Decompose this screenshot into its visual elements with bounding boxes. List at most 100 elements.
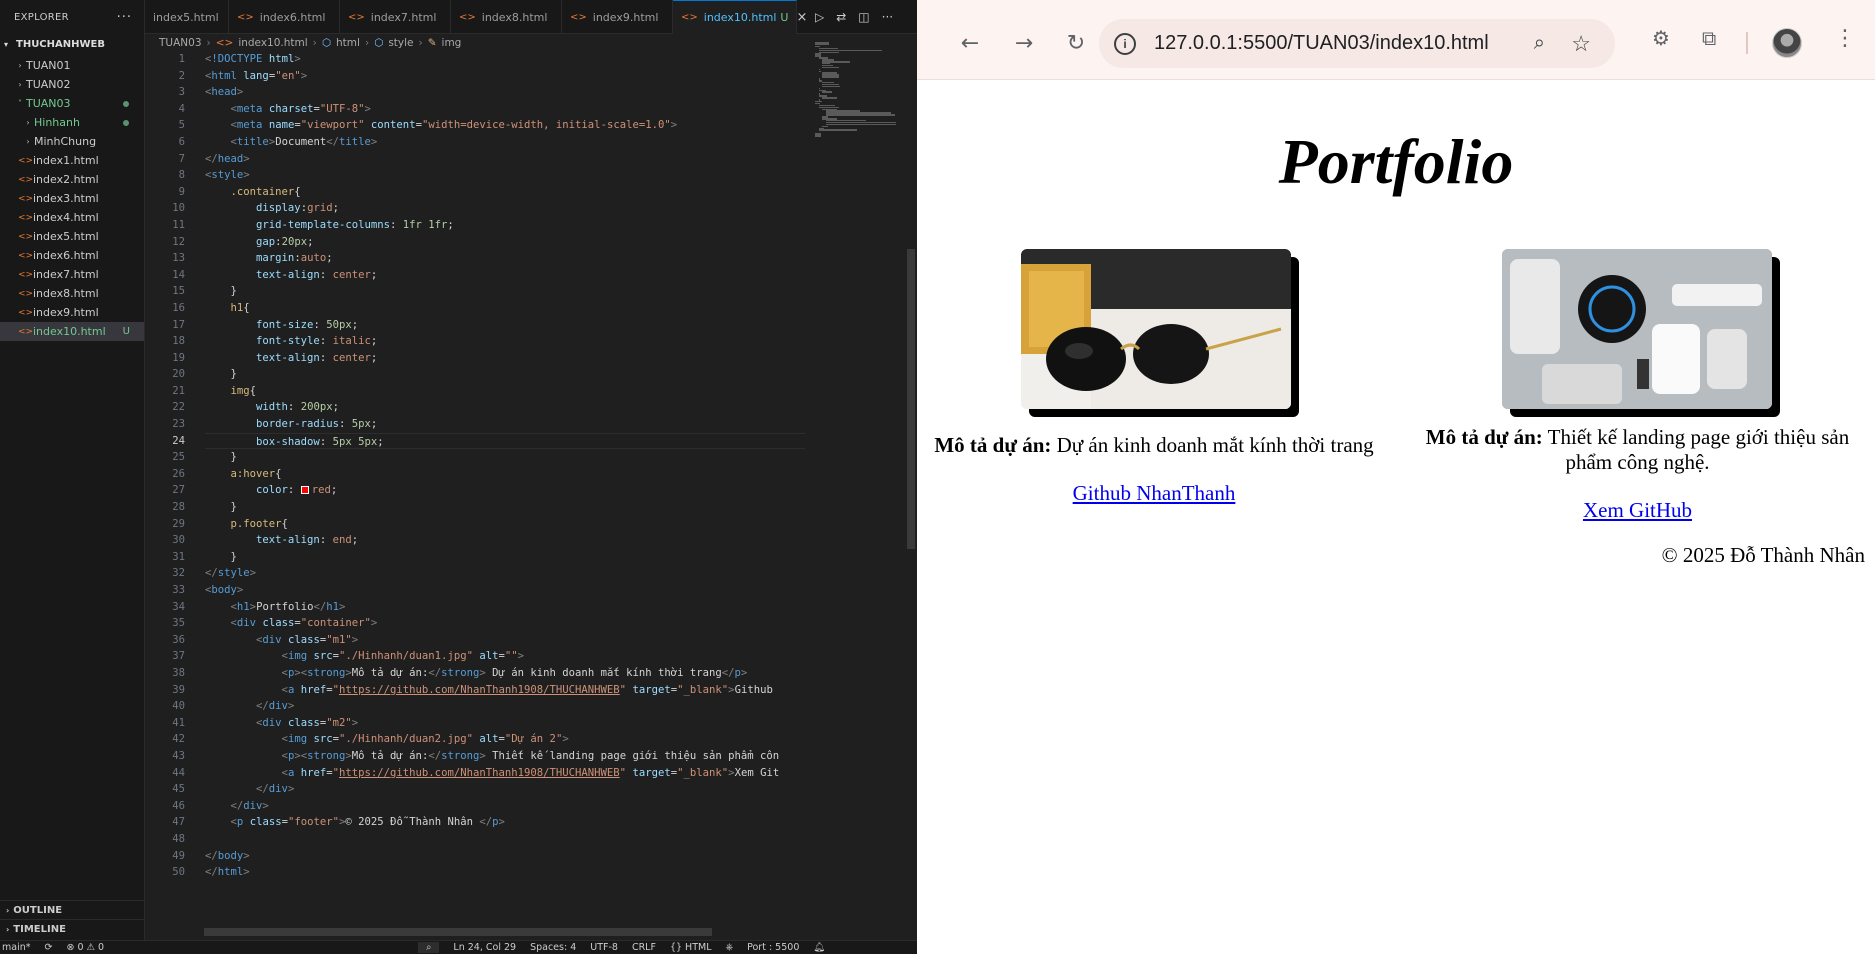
problems-indicator[interactable]: ⊗ 0 ⚠ 0: [66, 942, 104, 953]
color-swatch-icon[interactable]: [300, 486, 309, 495]
split-editor-icon[interactable]: ◫: [858, 10, 869, 24]
code-line[interactable]: <div class="container">: [205, 615, 805, 632]
code-line[interactable]: box-shadow: 5px 5px;: [205, 432, 805, 450]
code-line[interactable]: <!DOCTYPE html>: [205, 51, 805, 68]
tab-index7[interactable]: <> index7.html: [340, 0, 451, 34]
file-index9[interactable]: <> index9.html: [0, 303, 144, 322]
folder-tuan01[interactable]: › TUAN01: [0, 56, 144, 75]
more-actions-icon[interactable]: ···: [882, 10, 893, 24]
code-line[interactable]: <body>: [205, 582, 805, 599]
bell-icon[interactable]: 🔔︎: [813, 942, 825, 953]
code-line[interactable]: <head>: [205, 84, 805, 101]
tab-index9[interactable]: <> index9.html: [562, 0, 673, 34]
code-line[interactable]: </style>: [205, 565, 805, 582]
language-mode[interactable]: {} HTML: [670, 942, 712, 953]
folder-tuan03[interactable]: ˅ TUAN03: [0, 94, 144, 113]
minimap[interactable]: [805, 34, 905, 934]
git-branch[interactable]: main*: [2, 942, 31, 953]
file-index6[interactable]: <> index6.html: [0, 246, 144, 265]
code-line[interactable]: </div>: [205, 781, 805, 798]
file-index2[interactable]: <> index2.html: [0, 170, 144, 189]
tab-index6[interactable]: <> index6.html: [229, 0, 340, 34]
url-text[interactable]: 127.0.0.1:5500/TUAN03/index10.html: [1154, 32, 1489, 55]
vertical-scrollbar[interactable]: [906, 34, 916, 934]
code-content[interactable]: <!DOCTYPE html> <html lang="en"> <head> <m…: [205, 51, 805, 881]
zoom-icon[interactable]: ⌕: [1534, 32, 1545, 55]
back-icon[interactable]: ←: [953, 26, 987, 60]
file-index1[interactable]: <> index1.html: [0, 151, 144, 170]
workspace-root[interactable]: ▾ THUCHANHWEB: [0, 34, 144, 54]
code-line[interactable]: width: 200px;: [205, 399, 805, 416]
code-line[interactable]: display:grid;: [205, 200, 805, 217]
folder-hinhanh[interactable]: › Hinhanh: [0, 113, 144, 132]
tab-index8[interactable]: <> index8.html: [451, 0, 562, 34]
code-line[interactable]: gap:20px;: [205, 234, 805, 251]
code-line[interactable]: text-align: end;: [205, 532, 805, 549]
breadcrumb-item[interactable]: style: [388, 37, 413, 49]
reload-icon[interactable]: ↻: [1059, 26, 1093, 60]
code-line[interactable]: }: [205, 549, 805, 566]
code-line[interactable]: <h1>Portfolio</h1>: [205, 599, 805, 616]
code-line[interactable]: </html>: [205, 864, 805, 881]
tab-index10[interactable]: <> index10.html U ×: [673, 0, 807, 34]
code-line[interactable]: </head>: [205, 151, 805, 168]
code-line[interactable]: <p><strong>Mô tả dự án:</strong> Thiết k…: [205, 748, 805, 765]
site-info-icon[interactable]: i: [1114, 32, 1136, 55]
line-ending[interactable]: CRLF: [632, 942, 656, 953]
code-line[interactable]: margin:auto;: [205, 250, 805, 267]
code-line[interactable]: a:hover{: [205, 466, 805, 483]
project2-github-link[interactable]: Xem GitHub: [1405, 498, 1870, 523]
code-line[interactable]: </body>: [205, 848, 805, 865]
copilot-icon[interactable]: ⎈: [726, 942, 734, 953]
code-line[interactable]: <a href="https://github.com/NhanThanh190…: [205, 765, 805, 782]
project1-github-link[interactable]: Github NhanThanh: [925, 481, 1383, 506]
live-server-port[interactable]: Port : 5500: [747, 942, 799, 953]
address-bar[interactable]: i 127.0.0.1:5500/TUAN03/index10.html ⌕ ☆: [1099, 19, 1615, 68]
tab-index5[interactable]: index5.html: [145, 0, 229, 34]
code-line[interactable]: .container{: [205, 184, 805, 201]
code-line[interactable]: border-radius: 5px;: [205, 416, 805, 433]
code-line[interactable]: font-size: 50px;: [205, 317, 805, 334]
code-line[interactable]: img{: [205, 383, 805, 400]
indentation[interactable]: Spaces: 4: [530, 942, 576, 953]
link-text[interactable]: Xem GitHub: [1583, 498, 1692, 522]
breadcrumb-item[interactable]: index10.html: [238, 37, 307, 49]
scrollbar-thumb[interactable]: [907, 249, 915, 549]
link-text[interactable]: Github NhanThanh: [1073, 481, 1236, 505]
code-line[interactable]: }: [205, 449, 805, 466]
code-line[interactable]: <html lang="en">: [205, 68, 805, 85]
code-line[interactable]: text-align: center;: [205, 350, 805, 367]
breadcrumb-item[interactable]: TUAN03: [159, 37, 202, 49]
file-index4[interactable]: <> index4.html: [0, 208, 144, 227]
code-line[interactable]: <meta charset="UTF-8">: [205, 101, 805, 118]
code-line[interactable]: <p><strong>Mô tả dự án:</strong> Dự án k…: [205, 665, 805, 682]
code-line[interactable]: <title>Document</title>: [205, 134, 805, 151]
folder-tuan02[interactable]: › TUAN02: [0, 75, 144, 94]
code-line[interactable]: font-style: italic;: [205, 333, 805, 350]
chrome-menu-icon[interactable]: ⋮: [1834, 26, 1856, 51]
more-actions-icon[interactable]: ···: [117, 10, 132, 25]
code-line[interactable]: <meta name="viewport" content="width=dev…: [205, 117, 805, 134]
code-line[interactable]: color: red;: [205, 482, 805, 499]
code-line[interactable]: <style>: [205, 167, 805, 184]
code-line[interactable]: [205, 831, 805, 848]
code-line[interactable]: }: [205, 366, 805, 383]
outline-section[interactable]: › OUTLINE: [0, 900, 145, 919]
run-icon[interactable]: ▷: [815, 10, 824, 24]
file-index8[interactable]: <> index8.html: [0, 284, 144, 303]
translate-extension-icon[interactable]: ⚙: [1652, 26, 1670, 50]
code-editor[interactable]: 1 2 3 4 5 6 7 8 9 10 11 12 13 14 15 16 17 18 19 20 21 22 23 24 2…: [145, 51, 805, 931]
code-line[interactable]: }: [205, 283, 805, 300]
code-line[interactable]: text-align: center;: [205, 267, 805, 284]
timeline-section[interactable]: › TIMELINE: [0, 919, 145, 938]
cursor-position[interactable]: Ln 24, Col 29: [453, 942, 516, 953]
code-line[interactable]: <div class="m2">: [205, 715, 805, 732]
file-index7[interactable]: <> index7.html: [0, 265, 144, 284]
breadcrumb-item[interactable]: img: [442, 37, 462, 49]
forward-icon[interactable]: →: [1007, 26, 1041, 60]
code-line[interactable]: <p class="footer">© 2025 Đỗ Thành Nhân <…: [205, 814, 805, 831]
profile-avatar[interactable]: [1772, 28, 1802, 58]
folder-minhchung[interactable]: › MinhChung: [0, 132, 144, 151]
code-line[interactable]: <a href="https://github.com/NhanThanh190…: [205, 682, 805, 699]
code-line[interactable]: h1{: [205, 300, 805, 317]
